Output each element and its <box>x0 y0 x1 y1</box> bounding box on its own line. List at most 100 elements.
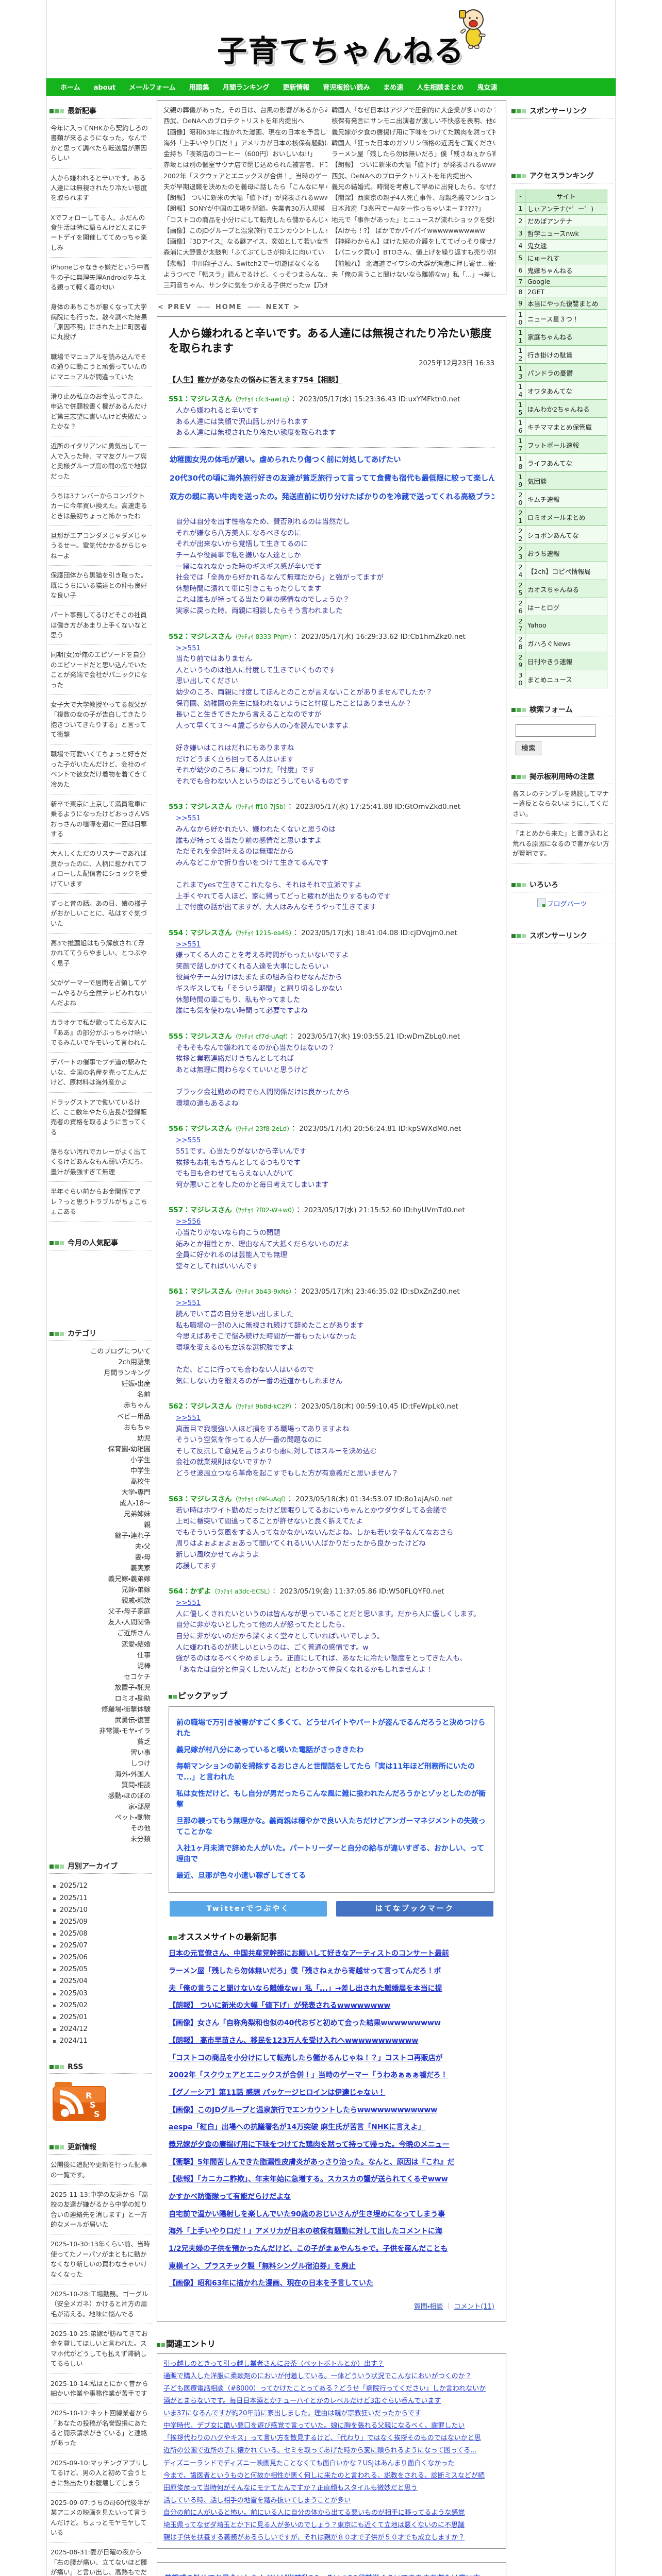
recommended-link[interactable]: 【画像】このJDグループと温泉旅行でエンカウントしたらwwwwwwwwwwww <box>169 2105 494 2116</box>
blogroll-link[interactable]: 【前触れ】 北海道でイワシの大群が漁港に押し寄せ...養殖魚 <box>332 258 495 269</box>
category-link[interactable]: ペット・動物 <box>49 1812 151 1823</box>
category-link[interactable]: 友人・人間関係 <box>49 1617 151 1628</box>
blogroll-link[interactable]: 西武、DeNAへのプロテクトリストを年内提出へ <box>332 171 495 181</box>
pickup-link[interactable]: 旦那の躾ってもう無理かな。義両親は穏やかで良い人たちだけどアンガーマネジメントの… <box>176 1816 487 1838</box>
recent-article-link[interactable]: うちは3ナンバーからコンパクトカーに今年買い換えた。高速走るときは最初ちょっと怖… <box>49 486 152 526</box>
category-link[interactable]: このブログについて <box>49 1346 151 1357</box>
related-entry-link[interactable]: 話している時、話し相手の地雷を踏み抜いてしまうことが多い <box>163 2495 500 2507</box>
ranking-site-link[interactable]: 哲学ニュースnwk <box>525 227 607 240</box>
updated-article-link[interactable]: 2025-09-07:うちの母60代後半が某アニメの映画を見たいって言うんだけど… <box>49 2493 152 2543</box>
recent-article-link[interactable]: パート事務してるけどそこの社員は働き方があまり上手くないなと思う <box>49 605 152 646</box>
nav-item[interactable]: ホーム <box>54 79 87 97</box>
hatena-bookmark-button[interactable]: はてなブックマーク <box>336 1901 493 1917</box>
recent-article-link[interactable]: 父がゲーマーで居間を占領してゲームやるから全然テレビみれないんだよね <box>49 973 152 1013</box>
category-link[interactable]: 兄嫁・弟嫁 <box>49 1585 151 1596</box>
ranking-site-link[interactable]: パンドラの憂鬱 <box>525 363 607 382</box>
blogroll-link[interactable]: 森浦に大野豊が太鼓判「ふてぶてしさが抑えに向いてい <box>163 247 327 258</box>
ranking-site-link[interactable]: にゅーれす <box>525 251 607 264</box>
recent-article-link[interactable]: 同期(女)が俺のエピソードを自分のエピソードだと思い込んでいたことが発端で会社が… <box>49 645 152 695</box>
recent-article-link[interactable]: 高3で推薦組はもう解放されて浮かれててうらやましい、とつぶやく息子 <box>49 934 152 974</box>
nav-item[interactable]: 鬼女速 <box>470 79 504 97</box>
category-link[interactable]: 幼児 <box>49 1433 151 1444</box>
thread-source-link[interactable]: 【人生】誰かがあなたの悩みに答えます754【相談】 <box>169 375 342 385</box>
ranking-site-link[interactable]: はーとログ <box>525 598 607 616</box>
blogroll-link[interactable]: 海外「上手いやり口だ！」アメリカが日本の核保有騒動に対し <box>163 138 327 148</box>
inline-related-link[interactable]: 双方の親に高い牛肉を送ったの。発送直前に切り分けたばかりのを冷蔵で送ってくれる高… <box>170 492 494 503</box>
archive-link[interactable]: 2025/11 <box>53 1892 152 1904</box>
nav-item[interactable]: 人生相談まとめ <box>410 79 470 97</box>
site-logo[interactable]: 子育てちゃんねる <box>217 27 465 70</box>
updated-article-link[interactable]: 2025-10-25:弟嫁が訪ねてきてお金を貸してほしいと言われた。スマホ代がど… <box>49 2324 152 2374</box>
recommended-link[interactable]: 東横イン、プラスチック製「無料シングル宿泊券」を廃止 <box>169 2261 494 2273</box>
recommended-link[interactable]: 2002年「スクウェアとエニックスが合併！」当時のゲーマー「うわあぁぁぁ嘘だろ！ <box>169 2070 494 2081</box>
category-link[interactable]: セコケチ <box>49 1672 151 1683</box>
reply-anchor-link[interactable]: >>555 <box>176 1136 201 1144</box>
home-link[interactable]: HOME <box>216 303 242 311</box>
category-link[interactable]: 家・部屋 <box>49 1802 151 1812</box>
recent-article-link[interactable]: ずっと昔の話。あの日、娘の様子がおかしいことに、私はすぐ気づいた <box>49 894 152 934</box>
related-entry-link[interactable]: ディズニーランドでディズニー映画見たことなくても面白いかな？USJはあんまり面白… <box>163 2458 500 2470</box>
nav-item[interactable]: 月間ランキング <box>216 79 276 97</box>
related-entry-link[interactable]: いま37になるんですが約20年前に家出しました。理由は親が宗教狂いだったからです <box>163 2408 500 2420</box>
recommended-link[interactable]: 【朗報】 高市早苗さん、移民を123万人を受け入れへwwwwwwwwwww <box>169 2036 494 2047</box>
related-entry-link[interactable]: 子ども医療電話相談（#8000）ってかけたことってある？どうせ「病院行ってくださ… <box>163 2383 500 2395</box>
recommended-link[interactable]: 義兄嫁が夕食の唐揚げ用に下味をつけてた鶏肉を黙って持って帰った。今晩のメニュー <box>169 2140 494 2151</box>
nav-item[interactable]: 用語集 <box>183 79 216 97</box>
reply-anchor-link[interactable]: >>551 <box>176 1299 201 1307</box>
blogroll-link[interactable]: 金持ち「喫茶店のコーヒー（600円）おいしいね!!」 <box>163 148 327 159</box>
ranking-site-link[interactable]: 日刊やきう速報 <box>525 652 607 670</box>
category-link[interactable]: 非常識・モヤ・イラ <box>49 1726 151 1737</box>
category-link[interactable]: 武勇伝・復讐 <box>49 1715 151 1726</box>
category-link[interactable]: 義兄嫁・義弟嫁 <box>49 1574 151 1585</box>
category-link[interactable]: 大学・専門 <box>49 1487 151 1498</box>
category-link[interactable]: 妊娠・出産 <box>49 1379 151 1389</box>
recent-article-link[interactable]: 職場でマニュアルを読み込んでその通りに動こうと頑張っていたのにマニュアルが間違っ… <box>49 347 152 387</box>
recent-article-link[interactable]: デパートの催事でプチ道の駅みたいな、全国の名産を売ってたんだけど、原材料は海外産… <box>49 1053 152 1093</box>
blogroll-link[interactable]: 韓国人「なぜ日本はアジアで圧倒的に大企業が多いのか？20 <box>332 105 495 115</box>
archive-link[interactable]: 2025/12 <box>53 1880 152 1892</box>
blogroll-link[interactable]: 【朗報】SONYが中国の工場を閉鎖。失業者30万人規模 <box>163 203 327 214</box>
category-link[interactable]: 修羅場・衝撃体験 <box>49 1704 151 1715</box>
recommended-link[interactable]: 【朗報】 ついに新米の大幅「値下げ」が発表されるwwwwwwww <box>169 2001 494 2012</box>
ranking-site-link[interactable]: オワタあんてな <box>525 381 607 400</box>
recent-article-link[interactable]: Xでフォローしてる人、ふだんの食生活は特に語らんけどたまにチートデイを開催してて… <box>49 208 152 258</box>
prev-link[interactable]: < PREV <box>158 303 192 311</box>
nav-item[interactable]: about <box>87 79 122 97</box>
ranking-site-link[interactable]: だめぽアンテナ <box>525 214 607 227</box>
pickup-link[interactable]: 義兄嫁が村八分にあっていると嘆いた電話がさっききたわ <box>176 1745 487 1756</box>
blogroll-link[interactable]: 【朗報】 ついに新米の大幅「値下げ」が発表されるwwww <box>163 192 327 203</box>
category-link[interactable]: 感動・ほのぼの <box>49 1791 151 1802</box>
category-link[interactable]: ベビー用品 <box>49 1412 151 1422</box>
blogroll-link[interactable]: 【画像】このJDグループと温泉旅行でエンカウントしたらww <box>163 225 327 236</box>
archive-link[interactable]: 2025/05 <box>53 1963 152 1975</box>
category-link[interactable]: 恋愛・結婚 <box>49 1639 151 1650</box>
blogroll-link[interactable]: 【悲報】 中川翔子さん、Switch2で一切遊ばなくなる <box>163 258 327 269</box>
ranking-site-link[interactable]: ガハろぐNews <box>525 634 607 652</box>
recent-article-link[interactable]: 半年ぐらい前からお金関係でアレ？っと思うトラブルがちょこちょこある <box>49 1182 152 1222</box>
updated-article-link[interactable]: 2025-10-28:工場勤務。ゴーグル（安全メガネ）かけると片方の眉毛が消える… <box>49 2284 152 2325</box>
recent-article-link[interactable]: 身体のあちこちが悪くなって大学病院にも行った。散々調べた結果「原因不明」にされた… <box>49 297 152 347</box>
ranking-site-link[interactable]: しぃアンテナ(*゜ー゜) <box>525 202 607 215</box>
updated-article-link[interactable]: 2025-11-13:中学の友達から「高校の友達が嫌がるから中学の知り合いの連絡… <box>49 2185 152 2235</box>
recommended-link[interactable]: 【画像】女さん「自称角梨和也似の40代おぢと初めて会った結果wwwwwwwww <box>169 2018 494 2029</box>
ranking-site-link[interactable]: 本当にやった復讐まとめ <box>525 297 607 310</box>
recent-article-link[interactable]: カラオケで私が歌ってたら友人に『ああ』の部分がぶっちゃけ喘いでるみたいでキモいっ… <box>49 1013 152 1053</box>
inline-related-link[interactable]: 幼稚園女児の体毛が濃い。虐められたり傷つく前に対処してあげたい <box>170 454 494 466</box>
reply-anchor-link[interactable]: >>551 <box>176 644 201 652</box>
category-link[interactable]: おもちゃ <box>49 1422 151 1433</box>
category-link[interactable]: 高校生 <box>49 1477 151 1487</box>
blogroll-link[interactable]: 三莉音ちゃん、サンタに気をつかえる子供だったw【乃木坂】 <box>163 280 327 291</box>
blogroll-link[interactable]: 2002年「スクウェアとエニックスが合併！」当時のゲーマー <box>163 171 327 181</box>
blogroll-link[interactable]: 【画像】昭和63年に描かれた漫画、現在の日本を予言していた <box>163 127 327 138</box>
updated-article-link[interactable]: 2025-10-14:私はとにかく昔から細かい作業や事務作業が苦手です <box>49 2374 152 2404</box>
category-link[interactable]: ロミオ・勘助 <box>49 1693 151 1704</box>
tweet-button[interactable]: Twitterでつぶやく <box>170 1901 327 1917</box>
category-link[interactable]: 質問・相談 <box>49 1780 151 1791</box>
recommended-link[interactable]: 日本の元官僚さん、中国共産党幹部にお願いして好きなアーティストのコンサート最前 <box>169 1948 494 1960</box>
category-link[interactable]: 夫・父 <box>49 1541 151 1552</box>
recent-article-link[interactable]: 保護団体から黒猫を引き取った。既にうちにいる猫達との仲も良好な良い子 <box>49 566 152 606</box>
archive-link[interactable]: 2024/12 <box>53 2023 152 2035</box>
recommended-link[interactable]: 自宅前で温かい陽射しを楽しんでいた90歳のおじいさんが生き埋めになってしまう事 <box>169 2209 494 2221</box>
next-link[interactable]: NEXT > <box>266 303 300 311</box>
category-link[interactable]: 親 <box>49 1520 151 1531</box>
